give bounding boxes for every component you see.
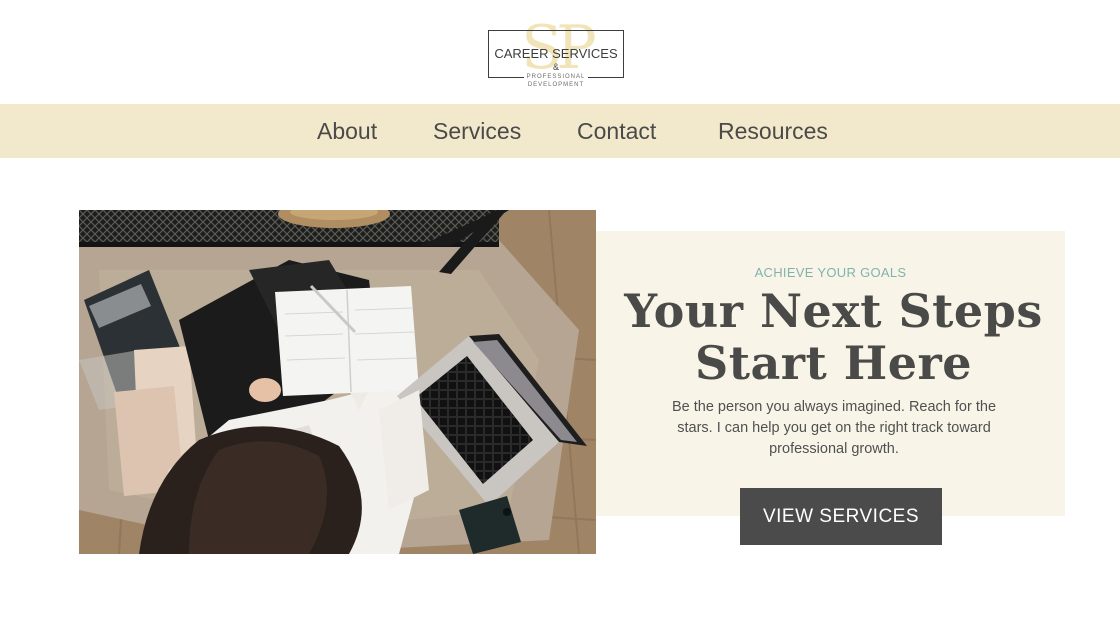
nav-item-about[interactable]: About	[317, 104, 377, 158]
logo-title: CAREER SERVICES	[494, 46, 618, 61]
hero-image	[79, 210, 596, 554]
hero-blurb: Be the person you always imagined. Reach…	[671, 399, 997, 457]
logo-ampersand: &	[552, 62, 559, 72]
hero-card: ACHIEVE YOUR GOALS Your Next Steps Start…	[596, 231, 1065, 516]
nav-item-contact[interactable]: Contact	[577, 104, 656, 158]
view-services-button[interactable]: VIEW SERVICES	[740, 488, 942, 545]
main-nav: About Services Contact Resources	[0, 104, 1120, 158]
hero-eyebrow: ACHIEVE YOUR GOALS	[754, 265, 907, 280]
hero-headline-line2: Start Here	[694, 336, 972, 390]
nav-item-services[interactable]: Services	[433, 104, 521, 158]
site-logo[interactable]: SP CAREER SERVICES & PROFESSIONAL DEVELO…	[488, 13, 624, 94]
hero-headline: Your Next Steps Start Here	[596, 285, 1071, 389]
logo-subtitle: PROFESSIONAL DEVELOPMENT	[524, 73, 588, 89]
hero-headline-line1: Your Next Steps	[624, 284, 1043, 338]
nav-item-resources[interactable]: Resources	[718, 104, 828, 158]
